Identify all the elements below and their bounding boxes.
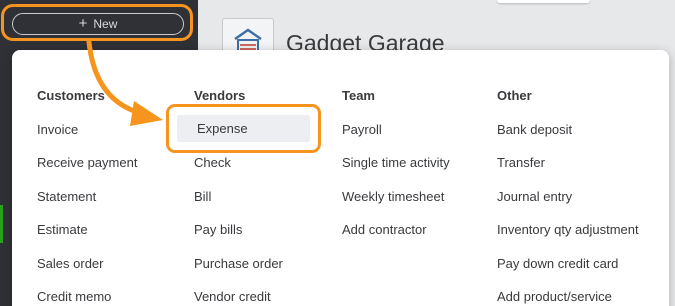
menu-item-receive-payment[interactable]: Receive payment	[37, 155, 137, 170]
menu-item-credit-memo[interactable]: Credit memo	[37, 289, 111, 304]
menu-item-bill[interactable]: Bill	[194, 189, 211, 204]
menu-item-pay-down-credit-card[interactable]: Pay down credit card	[497, 256, 618, 271]
menu-item-vendor-credit[interactable]: Vendor credit	[194, 289, 271, 304]
menu-item-add-product-service[interactable]: Add product/service	[497, 289, 612, 304]
menu-item-invoice[interactable]: Invoice	[37, 122, 78, 137]
menu-header-vendors: Vendors	[194, 88, 246, 103]
menu-item-journal-entry[interactable]: Journal entry	[497, 189, 572, 204]
menu-item-sales-order[interactable]: Sales order	[37, 256, 103, 271]
menu-item-estimate[interactable]: Estimate	[37, 222, 88, 237]
menu-item-check[interactable]: Check	[194, 155, 231, 170]
menu-item-payroll[interactable]: Payroll	[342, 122, 382, 137]
new-button-label: New	[93, 17, 118, 31]
menu-item-single-time-activity[interactable]: Single time activity	[342, 155, 450, 170]
menu-item-expense[interactable]: Expense	[177, 115, 310, 142]
menu-item-weekly-timesheet[interactable]: Weekly timesheet	[342, 189, 444, 204]
menu-item-purchase-order[interactable]: Purchase order	[194, 256, 283, 271]
new-button[interactable]: + New	[12, 13, 184, 35]
top-card	[497, 0, 590, 3]
new-menu-panel: Customers Invoice Receive payment Statem…	[12, 50, 669, 306]
menu-item-bank-deposit[interactable]: Bank deposit	[497, 122, 572, 137]
menu-item-add-contractor[interactable]: Add contractor	[342, 222, 427, 237]
menu-item-inventory-qty-adjustment[interactable]: Inventory qty adjustment	[497, 222, 639, 237]
menu-header-other: Other	[497, 88, 532, 103]
nav-active-indicator	[0, 205, 3, 243]
menu-header-team: Team	[342, 88, 375, 103]
menu-item-expense-label: Expense	[197, 121, 248, 136]
menu-item-statement[interactable]: Statement	[37, 189, 96, 204]
plus-icon: +	[78, 15, 88, 32]
menu-item-pay-bills[interactable]: Pay bills	[194, 222, 242, 237]
menu-header-customers: Customers	[37, 88, 105, 103]
menu-item-transfer[interactable]: Transfer	[497, 155, 545, 170]
expense-highlight: Expense	[166, 104, 321, 153]
